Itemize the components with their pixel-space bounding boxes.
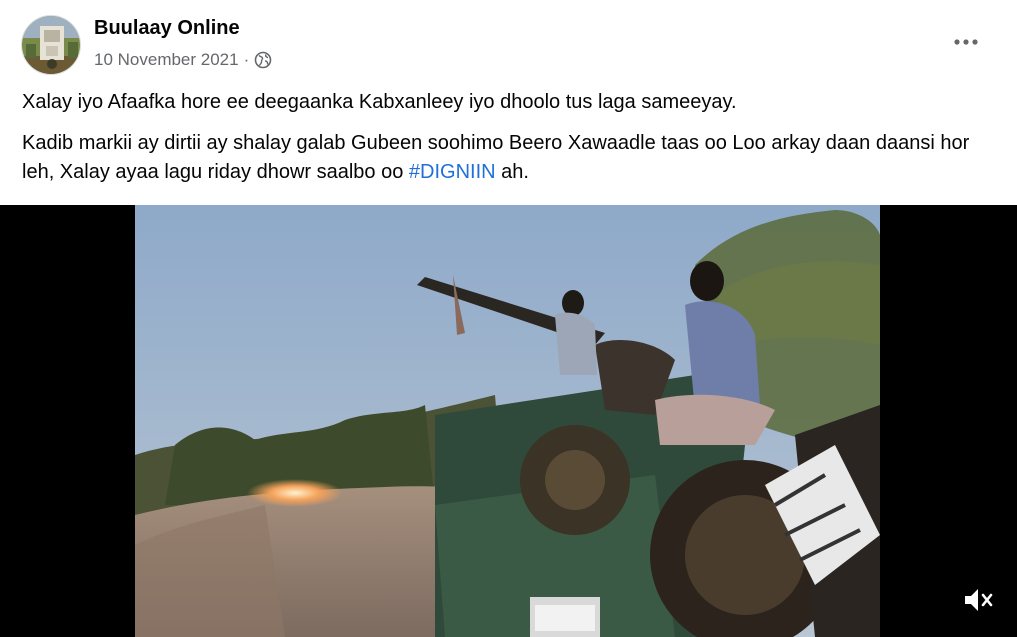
hashtag-link[interactable]: #DIGNIIN — [409, 161, 496, 183]
video-player[interactable] — [0, 205, 1017, 637]
more-options-icon — [954, 39, 978, 45]
muted-speaker-icon — [965, 589, 993, 611]
post-header: Buulaay Online 10 November 2021 · — [0, 0, 1017, 86]
more-options-button[interactable] — [944, 24, 988, 60]
post-text-end: ah. — [495, 161, 529, 183]
post-text-line1: Xalay iyo Afaafka hore ee deegaanka Kabx… — [22, 91, 737, 113]
facebook-post: Buulaay Online 10 November 2021 · Xalay … — [0, 0, 1017, 637]
video-frame — [135, 205, 880, 637]
meta-separator: · — [243, 50, 250, 69]
globe-icon[interactable] — [254, 51, 272, 69]
post-meta: 10 November 2021 · — [94, 50, 272, 70]
post-text-line2: Kadib markii ay dirtii ay shalay galab G… — [22, 129, 982, 187]
mute-toggle-button[interactable] — [958, 582, 998, 618]
post-date[interactable]: 10 November 2021 — [94, 50, 239, 70]
page-avatar[interactable] — [21, 15, 81, 75]
page-name[interactable]: Buulaay Online — [94, 17, 240, 40]
